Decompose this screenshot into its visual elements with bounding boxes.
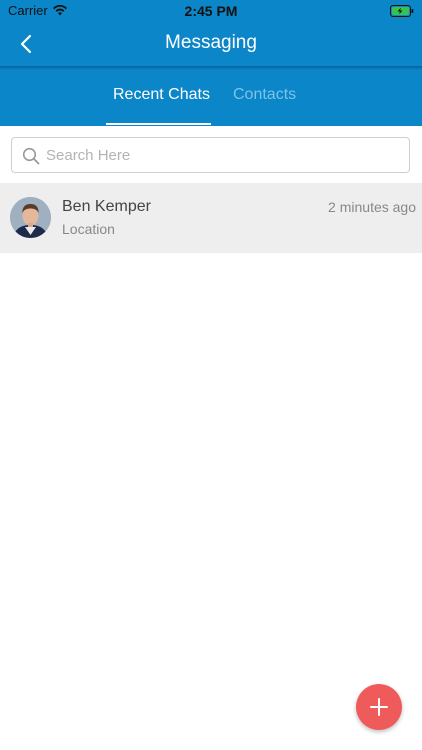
navigation-bar: Messaging <box>0 22 422 66</box>
chat-last-message: Location <box>62 221 115 237</box>
plus-icon <box>370 698 388 716</box>
status-bar: Carrier 2:45 PM <box>0 0 422 22</box>
status-time: 2:45 PM <box>184 3 238 19</box>
page-title: Messaging <box>165 32 257 53</box>
tab-recent-chats[interactable]: Recent Chats <box>113 86 210 104</box>
search-box[interactable] <box>11 137 410 173</box>
avatar <box>10 197 51 238</box>
battery-icon <box>390 5 414 17</box>
nav-divider <box>0 66 422 70</box>
new-chat-button[interactable] <box>356 684 402 730</box>
chat-timestamp: 2 minutes ago <box>328 199 416 215</box>
search-input[interactable] <box>46 144 396 166</box>
search-icon <box>22 147 40 165</box>
chat-list-item[interactable]: Ben Kemper Location 2 minutes ago <box>0 183 422 253</box>
avatar-photo <box>10 197 51 238</box>
tab-contacts[interactable]: Contacts <box>233 86 296 104</box>
chat-contact-name: Ben Kemper <box>62 198 151 215</box>
tab-bar: Recent Chats Contacts <box>0 66 422 126</box>
active-tab-indicator <box>106 123 211 125</box>
